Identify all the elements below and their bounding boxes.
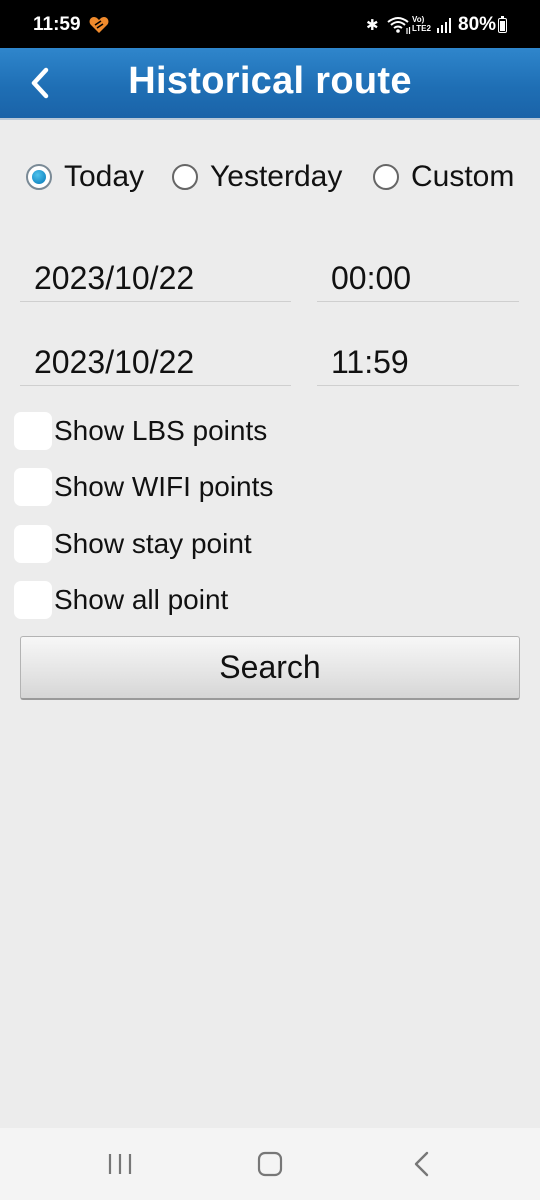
battery-icon	[498, 16, 507, 33]
radio-today-label: Today	[64, 160, 145, 193]
checkbox-show-wifi-points[interactable]: Show WIFI points	[14, 467, 273, 507]
start-time-value: 00:00	[331, 260, 412, 296]
system-nav-bar	[0, 1128, 540, 1200]
checkbox-box[interactable]	[14, 412, 52, 450]
checkbox-show-lbs-points[interactable]: Show LBS points	[14, 411, 267, 451]
start-date-field[interactable]: 2023/10/22	[20, 254, 291, 302]
bluetooth-icon: ✱	[366, 17, 379, 34]
radio-indicator[interactable]	[172, 164, 198, 190]
checkbox-label: Show LBS points	[54, 415, 268, 446]
back-icon[interactable]	[402, 1148, 442, 1180]
status-bar: 11:59 ✱ Vo) LTE2 80%	[0, 0, 540, 48]
app-heart-icon	[89, 17, 109, 33]
radio-yesterday[interactable]: Yesterday	[172, 160, 342, 194]
radio-today[interactable]: Today	[26, 160, 144, 194]
checkbox-box[interactable]	[14, 525, 52, 563]
signal-icon	[437, 18, 451, 33]
radio-yesterday-label: Yesterday	[210, 160, 343, 193]
checkbox-label: Show WIFI points	[54, 471, 274, 502]
battery-percent: 80%	[458, 14, 497, 35]
end-time-value: 11:59	[331, 344, 409, 380]
checkbox-box[interactable]	[14, 581, 52, 619]
search-button[interactable]: Search	[20, 636, 520, 700]
checkbox-label: Show stay point	[54, 528, 252, 559]
wifi-icon	[387, 17, 411, 34]
radio-custom[interactable]: Custom	[373, 160, 514, 194]
page-title: Historical route	[128, 60, 412, 102]
start-time-field[interactable]: 00:00	[317, 254, 519, 302]
start-date-value: 2023/10/22	[34, 260, 195, 296]
radio-custom-label: Custom	[411, 160, 515, 193]
checkbox-show-stay-point[interactable]: Show stay point	[14, 524, 252, 564]
app-header: Historical route	[0, 48, 540, 120]
checkbox-box[interactable]	[14, 468, 52, 506]
network-type-label: Vo) LTE2	[412, 15, 431, 33]
end-date-value: 2023/10/22	[34, 344, 195, 380]
radio-selected-indicator[interactable]	[26, 164, 52, 190]
status-time: 11:59	[33, 14, 81, 35]
recent-apps-icon[interactable]	[100, 1148, 140, 1180]
checkbox-label: Show all point	[54, 584, 229, 615]
radio-indicator[interactable]	[373, 164, 399, 190]
end-date-field[interactable]: 2023/10/22	[20, 338, 291, 386]
checkbox-show-all-point[interactable]: Show all point	[14, 580, 228, 620]
end-time-field[interactable]: 11:59	[317, 338, 519, 386]
home-icon[interactable]	[250, 1148, 290, 1180]
